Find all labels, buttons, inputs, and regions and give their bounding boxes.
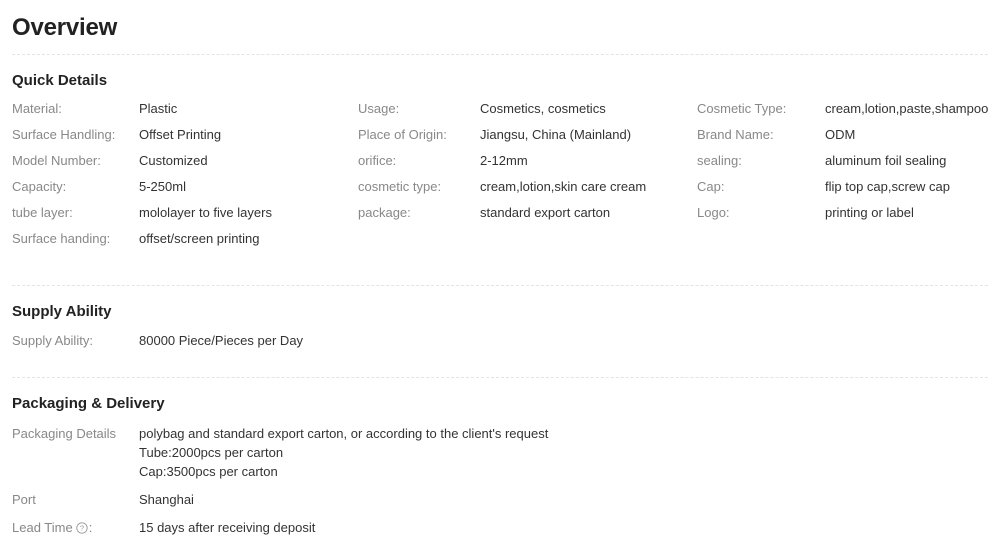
detail-label: Brand Name: (697, 127, 774, 142)
detail-row: tube layer: mololayer to five layers (12, 205, 358, 231)
detail-value: 2-12mm (480, 153, 528, 168)
detail-label: Material: (12, 101, 62, 116)
lead-time-row: Lead Time?: 15 days after receiving depo… (12, 509, 988, 537)
detail-row: Place of Origin: Jiangsu, China (Mainlan… (358, 127, 697, 153)
detail-label: tube layer: (12, 205, 73, 220)
detail-value: standard export carton (480, 205, 611, 220)
detail-value: Cosmetics, cosmetics (480, 101, 606, 116)
packaging-details-line: polybag and standard export carton, or a… (139, 426, 549, 441)
detail-label: sealing: (697, 153, 742, 168)
detail-value: 5-250ml (139, 179, 186, 194)
detail-row: Usage: Cosmetics, cosmetics (358, 101, 697, 127)
detail-row: orifice: 2-12mm (358, 153, 697, 179)
overview-page: Overview Quick Details Material: Plastic… (0, 0, 1000, 560)
detail-row: Cosmetic Type: cream,lotion,paste,shampo… (697, 101, 1000, 127)
detail-row: Capacity: 5-250ml (12, 179, 358, 205)
detail-value: Plastic (139, 101, 178, 116)
detail-label: Surface handing: (12, 231, 111, 246)
port-row: Port Shanghai (12, 481, 988, 509)
detail-label: Place of Origin: (358, 127, 447, 142)
detail-value: Jiangsu, China (Mainland) (480, 127, 632, 142)
lead-time-label-colon: : (88, 520, 93, 535)
help-circle-icon[interactable]: ? (76, 522, 88, 534)
detail-label: Model Number: (12, 153, 101, 168)
supply-ability-label: Supply Ability: (12, 333, 93, 348)
detail-row: Surface handing: offset/screen printing (12, 231, 358, 257)
lead-time-label-text: Lead Time (12, 520, 73, 535)
section-heading-packaging-delivery: Packaging & Delivery (12, 395, 165, 412)
detail-row: Material: Plastic (12, 101, 358, 127)
quick-details-column-1: Material: Plastic Surface Handling: Offs… (12, 101, 358, 257)
detail-row: Surface Handling: Offset Printing (12, 127, 358, 153)
detail-row: Brand Name: ODM (697, 127, 1000, 153)
page-title: Overview (12, 14, 118, 41)
detail-row: cosmetic type: cream,lotion,skin care cr… (358, 179, 697, 205)
packaging-details-line: Cap:3500pcs per carton (139, 464, 278, 479)
detail-value: printing or label (825, 205, 914, 220)
detail-row: Logo: printing or label (697, 205, 1000, 231)
quick-details-grid: Material: Plastic Surface Handling: Offs… (12, 91, 988, 257)
detail-label: Cap: (697, 179, 725, 194)
port-label: Port (12, 492, 36, 507)
detail-value: offset/screen printing (139, 231, 260, 246)
svg-text:?: ? (80, 524, 84, 533)
detail-label: Logo: (697, 205, 730, 220)
section-heading-supply-ability: Supply Ability (12, 303, 112, 320)
detail-row: Cap: flip top cap,screw cap (697, 179, 1000, 205)
packaging-details-label: Packaging Details (12, 426, 117, 441)
detail-label: Surface Handling: (12, 127, 116, 142)
detail-value: Offset Printing (139, 127, 222, 142)
detail-label: Usage: (358, 101, 400, 116)
quick-details-column-2: Usage: Cosmetics, cosmetics Place of Ori… (358, 101, 697, 257)
detail-value: cream,lotion,skin care cream (480, 179, 647, 194)
section-heading-quick-details: Quick Details (12, 72, 108, 89)
detail-row: sealing: aluminum foil sealing (697, 153, 1000, 179)
packaging-details-row: Packaging Details polybag and standard e… (12, 414, 988, 481)
quick-details-column-3: Cosmetic Type: cream,lotion,paste,shampo… (697, 101, 1000, 257)
detail-label: Cosmetic Type: (697, 101, 787, 116)
supply-ability-value: 80000 Piece/Pieces per Day (139, 333, 304, 348)
detail-value: ODM (825, 127, 856, 142)
port-value: Shanghai (139, 492, 194, 507)
detail-value: flip top cap,screw cap (825, 179, 951, 194)
packaging-details-value: polybag and standard export carton, or a… (139, 424, 548, 481)
detail-label: Capacity: (12, 179, 67, 194)
detail-label: package: (358, 205, 411, 220)
detail-value: Customized (139, 153, 208, 168)
detail-value: cream,lotion,paste,shampoo (825, 101, 989, 116)
lead-time-label: Lead Time?: (12, 518, 139, 537)
detail-label: orifice: (358, 153, 397, 168)
lead-time-value: 15 days after receiving deposit (139, 520, 316, 535)
detail-row: package: standard export carton (358, 205, 697, 231)
detail-value: mololayer to five layers (139, 205, 272, 220)
detail-label: cosmetic type: (358, 179, 442, 194)
detail-value: aluminum foil sealing (825, 153, 947, 168)
detail-row: Model Number: Customized (12, 153, 358, 179)
packaging-details-line: Tube:2000pcs per carton (139, 445, 284, 460)
supply-ability-row: Supply Ability: 80000 Piece/Pieces per D… (12, 322, 988, 350)
